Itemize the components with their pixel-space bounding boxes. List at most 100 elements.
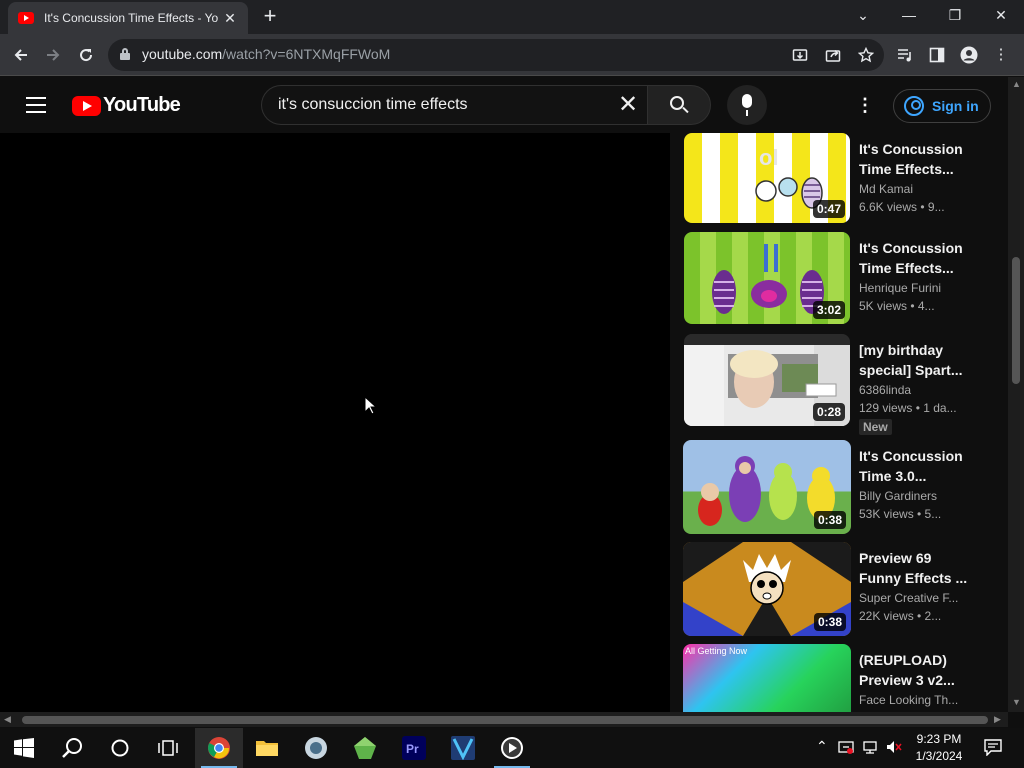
scroll-left-arrow-icon[interactable]: ◀ — [4, 714, 11, 725]
microphone-icon — [742, 94, 752, 108]
network-shield-icon[interactable] — [838, 739, 854, 758]
related-video-item[interactable]: 3:02 It's Concussion Time Effects... Hen… — [680, 232, 990, 328]
chrome-taskbar-icon[interactable] — [195, 728, 243, 768]
tab-search-icon[interactable]: ⌄ — [840, 0, 886, 30]
scroll-down-arrow-icon[interactable]: ▼ — [1012, 697, 1021, 707]
video-title[interactable]: (REUPLOAD) Preview 3 v2... — [859, 650, 979, 690]
clock-time: 9:23 PM — [916, 732, 962, 746]
install-app-icon[interactable] — [790, 45, 810, 65]
video-duration: 0:38 — [813, 613, 846, 631]
related-video-item[interactable]: All Getting Now (REUPLOAD) Preview 3 v2.… — [680, 644, 990, 712]
video-player[interactable] — [0, 133, 670, 712]
svg-text:ol: ol — [759, 145, 779, 170]
channel-name[interactable]: Billy Gardiners — [859, 489, 937, 503]
video-thumbnail[interactable]: 3:02 — [684, 232, 850, 324]
app-icon-green[interactable] — [341, 728, 389, 768]
hamburger-menu-icon[interactable] — [26, 97, 46, 113]
volume-muted-icon[interactable] — [886, 739, 902, 758]
related-video-item[interactable]: 0:38 Preview 69 Funny Effects ... Super … — [680, 542, 990, 638]
channel-name[interactable]: Super Creative F... — [859, 591, 958, 605]
video-thumbnail[interactable]: 0:38 — [683, 440, 851, 534]
video-duration: 0:28 — [812, 403, 845, 421]
network-icon[interactable] — [862, 739, 878, 758]
address-bar[interactable]: youtube.com/watch?v=6NTXMqFFWoM — [108, 39, 884, 71]
video-meta: 6.6K views • 9... — [859, 200, 945, 214]
search-query-text[interactable]: it's consuccion time effects — [278, 96, 468, 114]
video-title[interactable]: It's Concussion Time 3.0... — [859, 446, 979, 486]
back-arrow-icon[interactable] — [8, 42, 34, 68]
thumbnail-overlay-text: All Getting Now — [685, 646, 748, 656]
related-video-item[interactable]: ol 0:47 It's Concussion Time Effects... … — [680, 133, 990, 229]
tab-strip: It's Concussion Time Effects - Yo ✕ + ⌄ … — [0, 0, 1024, 34]
related-video-item[interactable]: 0:28 [my birthday special] Spart... 6386… — [680, 334, 990, 435]
search-button[interactable] — [647, 85, 711, 125]
video-meta: 5K views • 4... — [859, 299, 935, 313]
youtube-logo[interactable]: YouTube — [72, 94, 181, 117]
chrome-menu-icon[interactable]: ⋮ — [990, 44, 1012, 66]
video-thumbnail[interactable]: All Getting Now — [683, 644, 851, 712]
video-thumbnail[interactable]: 0:38 — [683, 542, 851, 636]
youtube-favicon-icon — [18, 12, 34, 24]
video-meta: 53K views • 5... — [859, 507, 942, 521]
lock-icon[interactable] — [120, 48, 130, 60]
system-clock[interactable]: 9:23 PM 1/3/2024 — [912, 731, 966, 765]
side-panel-icon[interactable] — [926, 44, 948, 66]
video-meta: 129 views • 1 da... — [859, 401, 957, 415]
scrollbar-thumb[interactable] — [22, 716, 988, 724]
video-title[interactable]: [my birthday special] Spart... — [859, 340, 979, 380]
app-icon-round[interactable] — [292, 728, 340, 768]
settings-menu-icon[interactable]: ⋮ — [856, 95, 874, 115]
channel-name[interactable]: Face Looking Th... — [859, 693, 958, 707]
profile-icon[interactable] — [958, 44, 980, 66]
bookmark-star-icon[interactable] — [856, 45, 876, 65]
related-videos-list: ol 0:47 It's Concussion Time Effects... … — [680, 133, 990, 712]
cortana-icon[interactable] — [96, 728, 144, 768]
share-icon[interactable] — [823, 45, 843, 65]
start-button[interactable] — [0, 728, 48, 768]
notifications-icon[interactable] — [984, 738, 1002, 759]
task-view-icon[interactable] — [144, 728, 192, 768]
media-player-icon[interactable] — [488, 728, 536, 768]
channel-name[interactable]: Md Kamai — [859, 182, 913, 196]
show-hidden-icons-icon[interactable]: ⌃ — [816, 738, 828, 755]
premiere-pro-icon[interactable]: Pr — [390, 728, 438, 768]
video-thumbnail[interactable]: 0:28 — [684, 334, 850, 426]
video-thumbnail[interactable]: ol 0:47 — [684, 133, 850, 223]
close-window-button[interactable]: ✕ — [978, 0, 1024, 30]
search-icon[interactable] — [48, 728, 96, 768]
video-title[interactable]: Preview 69 Funny Effects ... — [859, 548, 979, 588]
forward-arrow-icon[interactable] — [40, 42, 66, 68]
tab-close-icon[interactable]: ✕ — [222, 10, 238, 27]
scrollbar-thumb[interactable] — [1012, 257, 1020, 384]
horizontal-scrollbar[interactable]: ◀ ▶ — [0, 712, 1008, 727]
minimize-button[interactable]: — — [886, 0, 932, 30]
restore-button[interactable]: ❐ — [932, 0, 978, 30]
video-title[interactable]: It's Concussion Time Effects... — [859, 139, 979, 179]
new-tab-button[interactable]: + — [258, 4, 282, 28]
scroll-up-arrow-icon[interactable]: ▲ — [1012, 79, 1021, 89]
clock-date: 1/3/2024 — [915, 749, 963, 763]
video-duration: 0:38 — [813, 511, 846, 529]
media-control-icon[interactable] — [894, 44, 916, 66]
browser-toolbar: youtube.com/watch?v=6NTXMqFFWoM ⋮ — [0, 34, 1024, 76]
vertical-scrollbar[interactable]: ▲ ▼ — [1008, 77, 1024, 712]
search-input[interactable]: it's consuccion time effects ✕ — [261, 85, 647, 125]
reload-icon[interactable] — [73, 42, 99, 68]
file-explorer-icon[interactable] — [243, 728, 291, 768]
scroll-right-arrow-icon[interactable]: ▶ — [994, 714, 1001, 725]
voice-search-button[interactable] — [727, 85, 767, 125]
video-title[interactable]: It's Concussion Time Effects... — [859, 238, 979, 278]
sign-in-label: Sign in — [932, 98, 979, 114]
sign-in-button[interactable]: Sign in — [893, 89, 991, 123]
browser-tab[interactable]: It's Concussion Time Effects - Yo ✕ — [8, 2, 248, 34]
account-icon — [904, 96, 924, 116]
video-editor-icon[interactable] — [439, 728, 487, 768]
related-video-item[interactable]: 0:38 It's Concussion Time 3.0... Billy G… — [680, 440, 990, 536]
channel-name[interactable]: Henrique Furini — [859, 281, 941, 295]
mouse-cursor-icon — [364, 396, 376, 415]
clear-search-icon[interactable]: ✕ — [614, 92, 642, 120]
video-duration: 0:47 — [812, 200, 845, 218]
channel-name[interactable]: 6386linda — [859, 383, 911, 397]
url-text[interactable]: youtube.com/watch?v=6NTXMqFFWoM — [142, 46, 390, 62]
windows-taskbar: Pr ⌃ 9:23 PM 1/3/2024 — [0, 728, 1024, 768]
